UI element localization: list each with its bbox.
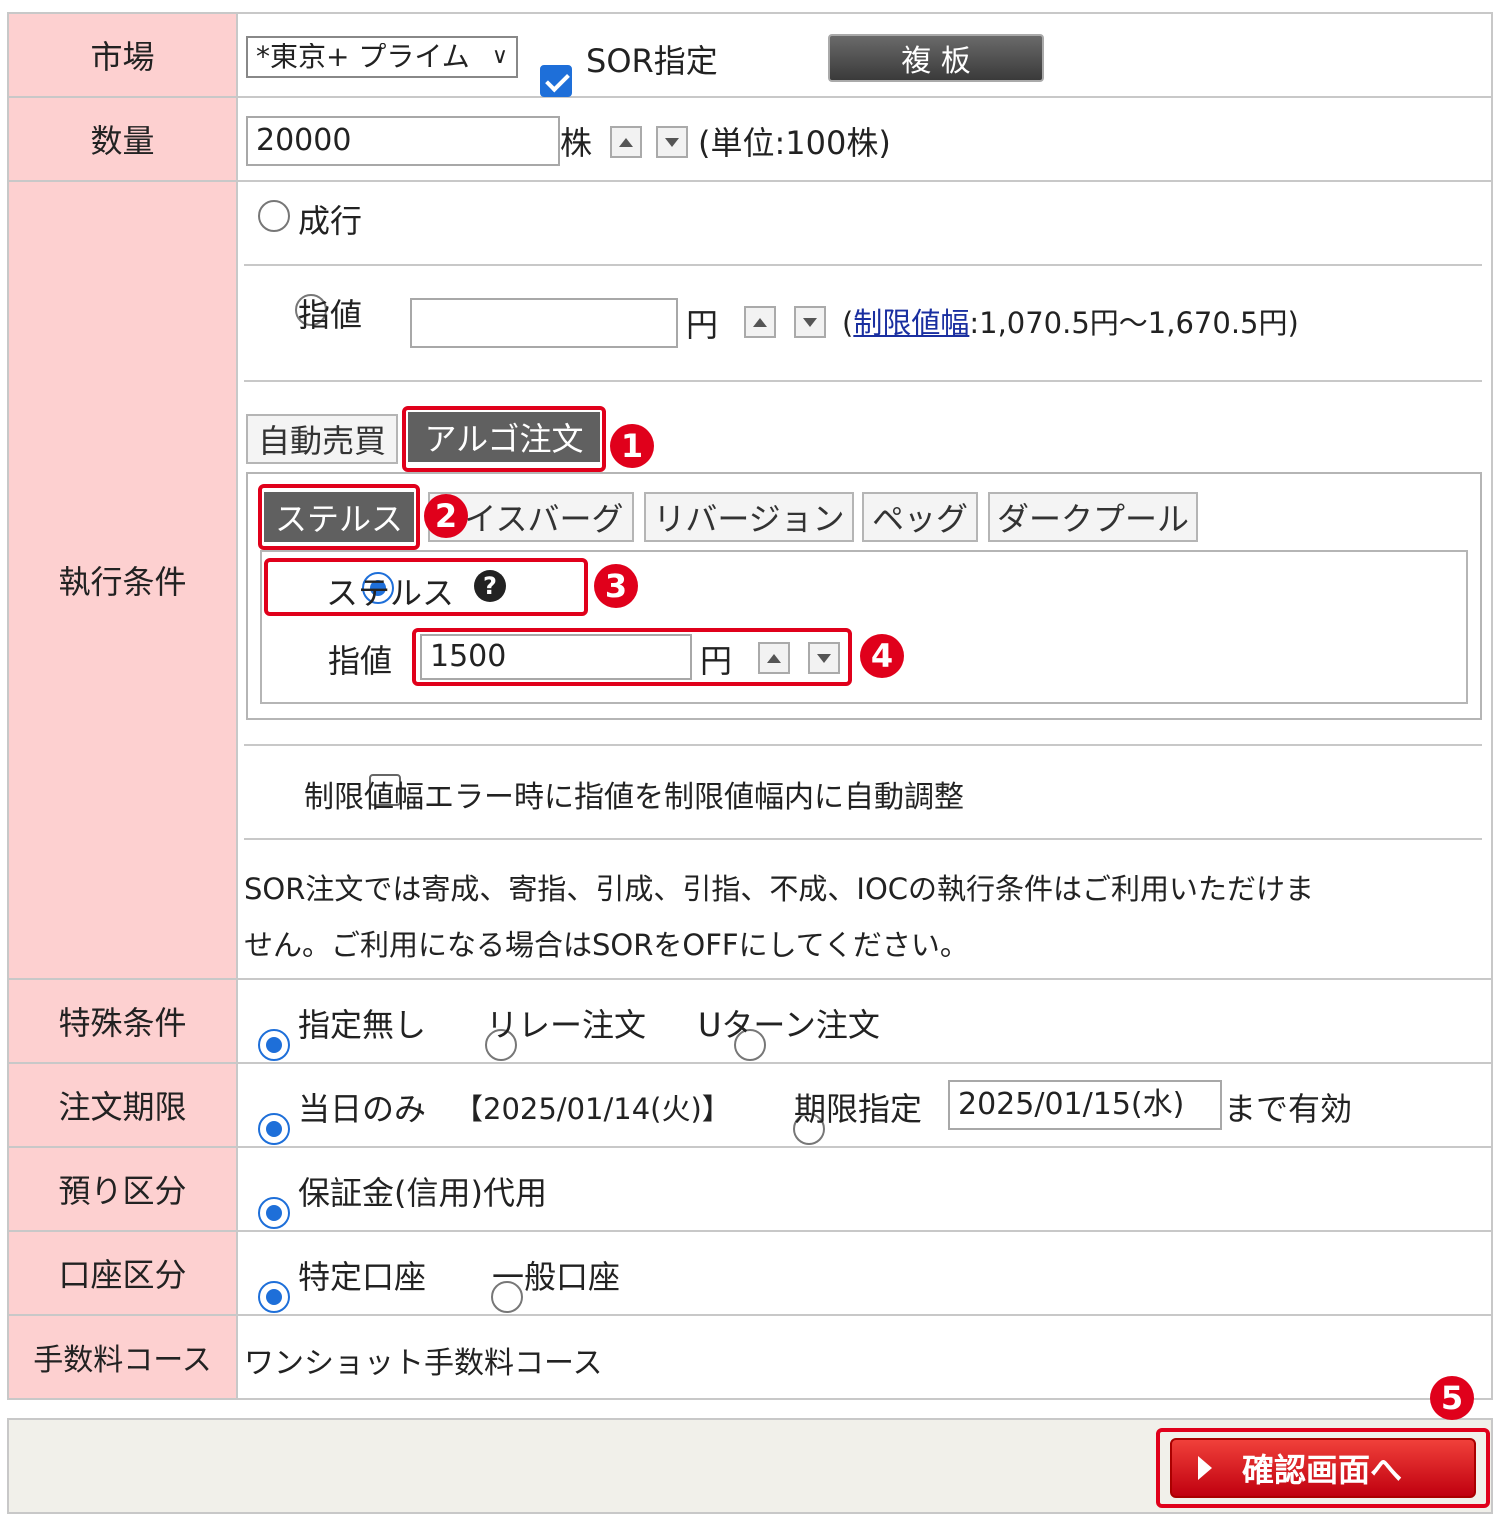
- deposit-cell: 保証金(信用)代用: [236, 1146, 1493, 1232]
- today-only-radio[interactable]: [258, 1113, 290, 1145]
- step-badge-3: 3: [594, 564, 638, 608]
- step-badge-1: 1: [610, 424, 654, 468]
- fee-label: 手数料コース: [7, 1314, 238, 1400]
- market-cell: *東京+ プライム ∨ SOR指定 複 板: [236, 12, 1493, 98]
- highlight-box-1: [402, 406, 606, 472]
- step-badge-5: 5: [1430, 1376, 1474, 1420]
- execution-cell: 成行 指値 円 (制限値幅:1,070.5円〜1,670.5円) 自動売買 アル…: [236, 180, 1493, 980]
- specific-account-radio[interactable]: [258, 1281, 290, 1313]
- divider: [244, 380, 1482, 382]
- quantity-input[interactable]: 20000: [246, 116, 560, 166]
- special-cell: 指定無し リレー注文 Uターン注文: [236, 978, 1493, 1064]
- divider: [244, 264, 1482, 266]
- tab-auto-trade[interactable]: 自動売買: [246, 414, 398, 464]
- tab-dark-pool[interactable]: ダークプール: [988, 492, 1198, 542]
- sor-checkbox[interactable]: [540, 65, 572, 97]
- price-range-text: (制限値幅:1,070.5円〜1,670.5円): [842, 300, 1299, 342]
- divider: [244, 838, 1482, 840]
- auto-adjust-label: 制限値幅エラー時に指値を制限値幅内に自動調整: [304, 780, 964, 815]
- sor-label: SOR指定: [586, 42, 718, 80]
- sor-note-line-2: せん。ご利用になる場合はSORをOFFにしてください。: [244, 928, 969, 962]
- confirm-button[interactable]: 確認画面へ: [1170, 1438, 1476, 1498]
- expiry-cell: 当日のみ 【2025/01/14(火)】 期限指定 2025/01/15(水) …: [236, 1062, 1493, 1148]
- tab-reversion[interactable]: リバージョン: [644, 492, 854, 542]
- play-arrow-icon: [1198, 1456, 1212, 1480]
- stealth-limit-input[interactable]: 1500: [420, 634, 692, 680]
- execution-content: 成行 指値 円 (制限値幅:1,070.5円〜1,670.5円) 自動売買 アル…: [238, 182, 1491, 980]
- chevron-down-icon: ∨: [491, 44, 508, 69]
- valid-until-label: まで有効: [1224, 1090, 1353, 1128]
- special-label: 特殊条件: [7, 978, 238, 1064]
- general-account-label: 一般口座: [492, 1258, 621, 1296]
- help-icon[interactable]: ?: [474, 570, 506, 602]
- arrow-down-icon: [665, 137, 679, 147]
- market-order-radio[interactable]: [258, 200, 290, 232]
- price-range-link[interactable]: 制限値幅: [853, 306, 969, 340]
- limit-unit: 円: [686, 306, 719, 344]
- relay-order-label: リレー注文: [486, 1006, 647, 1044]
- today-only-label: 当日のみ: [298, 1090, 427, 1128]
- deposit-label: 預り区分: [7, 1146, 238, 1232]
- special-none-radio[interactable]: [258, 1029, 290, 1061]
- arrow-down-icon: [803, 317, 817, 327]
- uturn-order-label: Uターン注文: [698, 1006, 880, 1044]
- highlight-box-2: [258, 484, 420, 550]
- divider: [244, 744, 1482, 746]
- account-label: 口座区分: [7, 1230, 238, 1316]
- expiry-label: 注文期限: [7, 1062, 238, 1148]
- margin-deposit-label: 保証金(信用)代用: [298, 1174, 547, 1212]
- special-none-label: 指定無し: [298, 1006, 427, 1044]
- tab-peg[interactable]: ペッグ: [862, 492, 978, 542]
- quantity-note: (単位:100株): [698, 124, 891, 162]
- step-badge-4: 4: [860, 634, 904, 678]
- arrow-up-icon: [619, 137, 633, 147]
- market-order-label: 成行: [298, 202, 363, 240]
- market-select[interactable]: *東京+ プライム ∨: [246, 36, 518, 78]
- board-button[interactable]: 複 板: [828, 34, 1044, 82]
- limit-down-button[interactable]: [794, 306, 826, 338]
- account-cell: 特定口座 一般口座: [236, 1230, 1493, 1316]
- margin-deposit-radio[interactable]: [258, 1197, 290, 1229]
- fee-value: ワンショット手数料コース: [244, 1346, 603, 1381]
- confirm-button-label: 確認画面へ: [1242, 1451, 1403, 1489]
- today-date: 【2025/01/14(火)】: [454, 1092, 731, 1126]
- fee-cell: ワンショット手数料コース: [236, 1314, 1493, 1400]
- stealth-limit-unit: 円: [700, 642, 733, 680]
- quantity-label: 数量: [7, 96, 238, 182]
- quantity-up-button[interactable]: [610, 126, 642, 158]
- sor-note-line-1: SOR注文では寄成、寄指、引成、引指、不成、IOCの執行条件はご利用いただけま: [244, 872, 1315, 906]
- stealth-up-button[interactable]: [758, 642, 790, 674]
- stealth-label: ステルス: [326, 574, 455, 612]
- step-badge-2: 2: [424, 494, 468, 538]
- arrow-up-icon: [753, 317, 767, 327]
- arrow-down-icon: [817, 653, 831, 663]
- price-range-open: (: [842, 306, 854, 340]
- specific-account-label: 特定口座: [298, 1258, 427, 1296]
- expiry-date-input[interactable]: 2025/01/15(水): [948, 1080, 1222, 1130]
- order-form: 市場 *東京+ プライム ∨ SOR指定 複 板 数量 20000 株 (単位:…: [7, 12, 1493, 1400]
- limit-order-label: 指値: [298, 296, 363, 334]
- quantity-cell: 20000 株 (単位:100株): [236, 96, 1493, 182]
- stealth-limit-label: 指値: [328, 642, 393, 680]
- market-select-value: *東京+ プライム: [256, 43, 470, 71]
- price-range-values: :1,070.5円〜1,670.5円): [969, 306, 1299, 340]
- quantity-down-button[interactable]: [656, 126, 688, 158]
- arrow-up-icon: [767, 653, 781, 663]
- execution-label: 執行条件: [7, 180, 238, 980]
- stealth-down-button[interactable]: [808, 642, 840, 674]
- specify-expiry-label: 期限指定: [794, 1090, 923, 1128]
- limit-price-input[interactable]: [410, 298, 678, 348]
- quantity-unit: 株: [560, 124, 593, 162]
- market-label: 市場: [7, 12, 238, 98]
- limit-up-button[interactable]: [744, 306, 776, 338]
